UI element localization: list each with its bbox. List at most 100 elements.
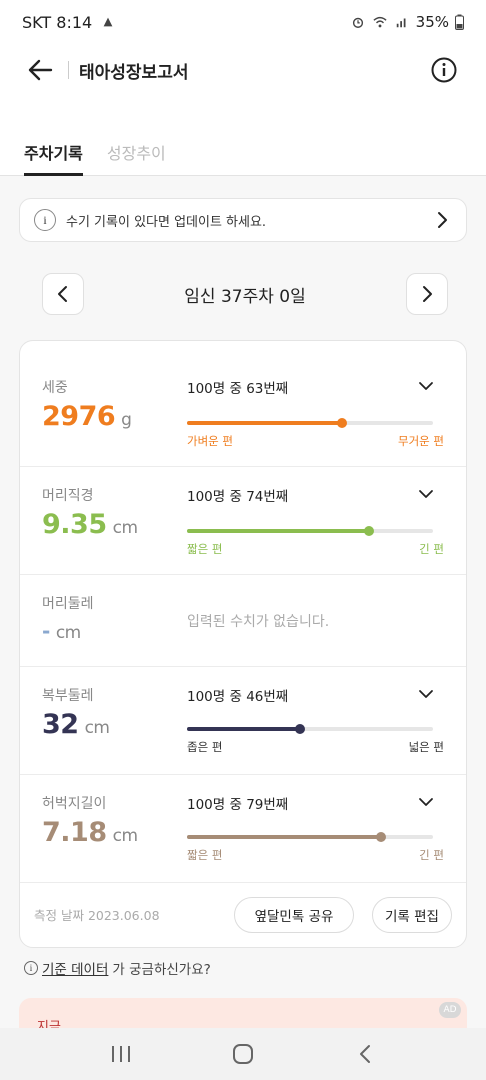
ad-badge: AD <box>439 1002 461 1018</box>
notification-icon <box>103 17 113 27</box>
chevron-down-icon[interactable] <box>418 689 434 699</box>
wifi-icon <box>373 16 387 28</box>
metric-rank: 100명 중 79번째 <box>187 797 289 813</box>
recent-apps-icon <box>112 1046 130 1062</box>
info-circle-icon: i <box>34 209 56 231</box>
arrow-left-icon <box>28 59 53 81</box>
alarm-icon <box>352 17 363 28</box>
metric-value: 7.18 cm <box>42 817 138 848</box>
percentile-track <box>187 724 433 734</box>
promo-text: 지금 ... <box>37 1020 78 1028</box>
next-week-button[interactable] <box>406 273 448 315</box>
percentile-marker <box>295 724 306 734</box>
chevron-down-icon[interactable] <box>418 381 434 391</box>
metric-high-label: 무거운 편 <box>398 434 444 448</box>
title-divider <box>68 61 69 79</box>
measure-date: 측정 날짜 2023.06.08 <box>34 908 160 923</box>
metric-number: - <box>42 619 50 643</box>
metrics-card: 세중 2976 g 100명 중 63번째 가벼운 편 무거운 편 머리직경 9.… <box>19 340 467 948</box>
share-button[interactable]: 옆달민톡 공유 <box>234 897 354 933</box>
metric-label: 복부둘레 <box>42 688 94 704</box>
system-back-icon <box>360 1045 370 1063</box>
reference-data-link[interactable]: 기준 데이터 <box>42 958 108 978</box>
percentile-track <box>187 418 433 428</box>
card-footer: 측정 날짜 2023.06.08 옆달민톡 공유 기록 편집 <box>20 881 466 947</box>
metric-value: 32 cm <box>42 709 110 740</box>
metric-unit: cm <box>112 826 138 846</box>
percentile-fill <box>187 421 342 425</box>
metric-row-weight[interactable]: 세중 2976 g 100명 중 63번째 가벼운 편 무거운 편 <box>20 341 466 467</box>
chevron-right-icon <box>438 212 447 228</box>
status-carrier-time: SKT 8:14 <box>22 12 93 32</box>
metric-row-head-circumference[interactable]: 머리둘레 - cm 입력된 수치가 없습니다. <box>20 575 466 667</box>
info-circle-icon: i <box>24 961 38 975</box>
metric-low-label: 가벼운 편 <box>187 434 233 448</box>
metric-label: 머리둘레 <box>42 596 94 612</box>
metric-rank: 100명 중 46번째 <box>187 689 289 705</box>
metric-rank: 100명 중 74번째 <box>187 489 289 505</box>
system-nav-bar <box>0 1028 486 1080</box>
metric-unit: g <box>121 410 132 430</box>
week-navigator: 임신 37주차 0일 <box>42 272 448 316</box>
recent-apps-button[interactable] <box>101 1034 141 1074</box>
percentile-track <box>187 526 433 536</box>
metric-high-label: 긴 편 <box>419 848 444 862</box>
metric-unit: cm <box>112 518 138 538</box>
metric-rank: 100명 중 63번째 <box>187 381 289 397</box>
metric-high-label: 긴 편 <box>419 542 444 556</box>
battery-percent: 35% <box>415 13 449 31</box>
chevron-right-icon <box>423 286 432 302</box>
home-button[interactable] <box>223 1034 263 1074</box>
metric-number: 2976 <box>42 401 116 432</box>
week-label: 임신 37주차 0일 <box>184 286 306 307</box>
percentile-fill <box>187 835 382 839</box>
percentile-track <box>187 832 433 842</box>
metric-number: 9.35 <box>42 509 107 540</box>
metric-row-abdominal-circumference[interactable]: 복부둘레 32 cm 100명 중 46번째 좁은 편 넓은 편 <box>20 667 466 775</box>
page-title: 태아성장보고서 <box>79 62 189 83</box>
info-icon <box>431 57 457 83</box>
percentile-marker <box>336 418 347 428</box>
metric-number: 32 <box>42 709 79 740</box>
reference-data-text: 가 궁금하신가요? <box>112 962 211 978</box>
tab-growth-trend[interactable]: 성장추이 <box>107 130 166 176</box>
metric-unit: cm <box>55 623 81 643</box>
metric-low-label: 짧은 편 <box>187 848 223 862</box>
metric-row-femur-length[interactable]: 허벅지길이 7.18 cm 100명 중 79번째 짧은 편 긴 편 <box>20 775 466 883</box>
metric-value: 9.35 cm <box>42 509 138 540</box>
chevron-left-icon <box>58 286 67 302</box>
metric-unit: cm <box>84 718 110 738</box>
metric-low-label: 짧은 편 <box>187 542 223 556</box>
system-back-button[interactable] <box>345 1034 385 1074</box>
metric-high-label: 넓은 편 <box>408 740 444 754</box>
update-notice-banner[interactable]: i 수기 기록이 있다면 업데이트 하세요. <box>19 198 467 242</box>
metric-value: - cm <box>42 619 81 643</box>
app-bar: 태아성장보고서 <box>0 44 486 96</box>
metric-value: 2976 g <box>42 401 132 432</box>
percentile-fill <box>187 529 370 533</box>
status-bar: SKT 8:14 35% <box>0 0 486 44</box>
empty-value-message: 입력된 수치가 없습니다. <box>187 614 330 630</box>
signal-icon <box>396 18 406 28</box>
metric-label: 허벅지길이 <box>42 796 107 812</box>
chevron-down-icon[interactable] <box>418 797 434 807</box>
reference-data-question[interactable]: i 기준 데이터 가 궁금하신가요? <box>24 958 211 978</box>
battery-icon <box>455 14 464 30</box>
tab-weekly-record[interactable]: 주차기록 <box>24 130 83 176</box>
edit-record-button[interactable]: 기록 편집 <box>372 897 452 933</box>
notice-text: 수기 기록이 있다면 업데이트 하세요. <box>66 214 267 230</box>
metric-label: 세중 <box>42 380 68 396</box>
tab-bar: 주차기록 성장추이 <box>0 130 486 176</box>
chevron-down-icon[interactable] <box>418 489 434 499</box>
percentile-marker <box>364 526 375 536</box>
metric-number: 7.18 <box>42 817 107 848</box>
metric-label: 머리직경 <box>42 488 94 504</box>
back-button[interactable] <box>20 50 60 90</box>
prev-week-button[interactable] <box>42 273 84 315</box>
info-button[interactable] <box>428 54 460 86</box>
metric-row-head-diameter[interactable]: 머리직경 9.35 cm 100명 중 74번째 짧은 편 긴 편 <box>20 467 466 575</box>
promo-banner[interactable]: 지금 ... AD <box>19 998 467 1028</box>
home-icon <box>233 1044 253 1064</box>
metric-low-label: 좁은 편 <box>187 740 223 754</box>
percentile-marker <box>376 832 387 842</box>
